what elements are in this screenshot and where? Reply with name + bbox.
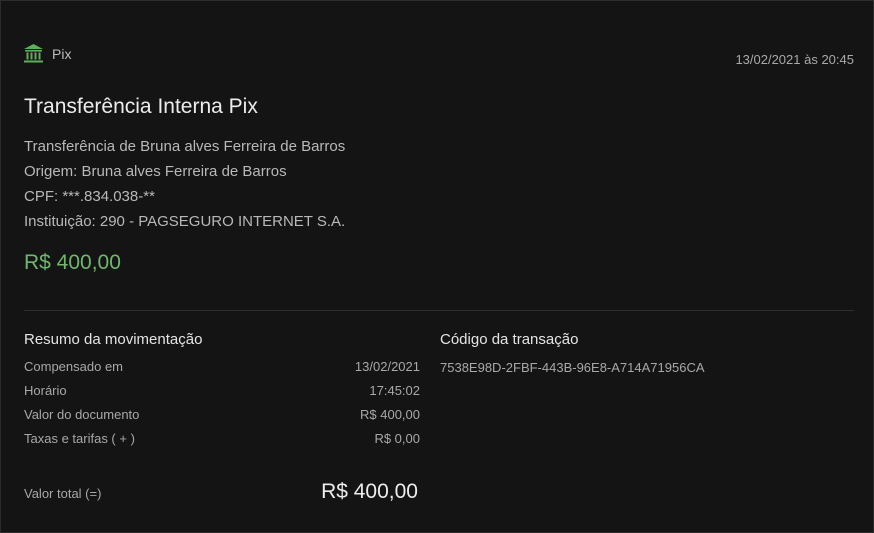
transaction-details: Transferência de Bruna alves Ferreira de… xyxy=(24,134,345,234)
transaction-code-title: Código da transação xyxy=(440,331,579,348)
detail-line-institution: Instituição: 290 - PAGSEGURO INTERNET S.… xyxy=(24,213,346,230)
transaction-title: Transferência Interna Pix xyxy=(24,95,258,118)
summary-row-label: Taxas e tarifas ( + ) xyxy=(24,431,135,446)
detail-line-transfer-from: Transferência de Bruna alves Ferreira de… xyxy=(24,138,346,155)
transaction-code-value: 7538E98D-2FBF-443B-96E8-A714A71956CA xyxy=(440,360,705,375)
summary-row-document-value: Valor do documento R$ 400,00 xyxy=(24,403,420,427)
transaction-amount: R$ 400,00 xyxy=(24,251,121,274)
summary-row-fees: Taxas e tarifas ( + ) R$ 0,00 xyxy=(24,427,420,451)
category-label: Pix xyxy=(52,45,72,62)
detail-line-origin: Origem: Bruna alves Ferreira de Barros xyxy=(24,163,287,180)
detail-line-cpf: CPF: ***.834.038-** xyxy=(24,188,155,205)
summary-row-value: R$ 400,00 xyxy=(360,407,420,422)
transaction-datetime: 13/02/2021 às 20:45 xyxy=(735,52,854,67)
category-header: Pix xyxy=(23,43,71,64)
total-label: Valor total (=) xyxy=(24,486,102,501)
section-divider xyxy=(24,310,854,311)
summary-row-value: R$ 0,00 xyxy=(374,431,420,446)
summary-row-time: Horário 17:45:02 xyxy=(24,379,420,403)
summary-row-value: 13/02/2021 xyxy=(354,359,420,374)
summary-row-label: Horário xyxy=(24,383,67,398)
summary-title: Resumo da movimentação xyxy=(24,331,203,348)
summary-row-cleared-date: Compensado em 13/02/2021 xyxy=(24,355,420,379)
bank-icon xyxy=(23,43,44,64)
summary-row-label: Compensado em xyxy=(24,359,123,374)
transaction-card: Pix 13/02/2021 às 20:45 Transferência In… xyxy=(0,0,874,533)
summary-row-value: 17:45:02 xyxy=(369,383,420,398)
summary-table: Compensado em 13/02/2021 Horário 17:45:0… xyxy=(24,355,420,451)
summary-row-label: Valor do documento xyxy=(24,407,140,422)
total-value: R$ 400,00 xyxy=(321,480,418,503)
